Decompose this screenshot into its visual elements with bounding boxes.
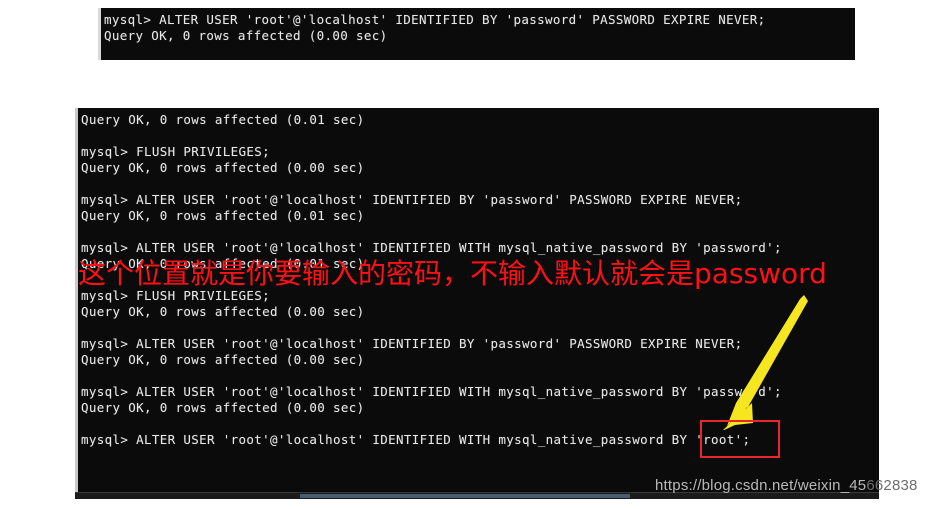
terminal-line: mysql> ALTER USER 'root'@'localhost' IDE…: [81, 336, 743, 351]
terminal-line-current-input[interactable]: mysql> ALTER USER 'root'@'localhost' IDE…: [81, 432, 879, 448]
terminal-top-content: mysql> ALTER USER 'root'@'localhost' IDE…: [101, 8, 855, 44]
terminal-line: mysql> ALTER USER 'root'@'localhost' IDE…: [81, 384, 782, 399]
terminal-window-top[interactable]: mysql> ALTER USER 'root'@'localhost' IDE…: [98, 8, 855, 60]
terminal-line: Query OK, 0 rows affected (0.00 sec): [104, 28, 388, 43]
watermark-visible: https://blog.csdn.net/weixin_45: [655, 477, 867, 494]
terminal-window-main[interactable]: Query OK, 0 rows affected (0.01 sec) mys…: [75, 108, 879, 495]
watermark: https://blog.csdn.net/weixin_45662838: [655, 477, 918, 494]
terminal-line: mysql> ALTER USER 'root'@'localhost' IDE…: [104, 12, 766, 27]
terminal-line: mysql> FLUSH PRIVILEGES;: [81, 144, 271, 159]
terminal-line: Query OK, 0 rows affected (0.01 sec): [81, 112, 365, 127]
terminal-line: Query OK, 0 rows affected (0.00 sec): [81, 352, 365, 367]
terminal-line: Query OK, 0 rows affected (0.00 sec): [81, 304, 365, 319]
watermark-dim: 662838: [866, 477, 918, 494]
annotation-red-text: 这个位置就是你要输入的密码，不输入默认就会是password: [78, 257, 827, 290]
terminal-line: Query OK, 0 rows affected (0.00 sec): [81, 160, 365, 175]
terminal-line: Query OK, 0 rows affected (0.00 sec): [81, 400, 365, 415]
terminal-line: mysql> ALTER USER 'root'@'localhost' IDE…: [81, 240, 782, 255]
terminal-line: Query OK, 0 rows affected (0.01 sec): [81, 208, 365, 223]
terminal-line: mysql> FLUSH PRIVILEGES;: [81, 288, 271, 303]
terminal-line: mysql> ALTER USER 'root'@'localhost' IDE…: [81, 192, 743, 207]
scrollbar-thumb[interactable]: [300, 494, 630, 498]
